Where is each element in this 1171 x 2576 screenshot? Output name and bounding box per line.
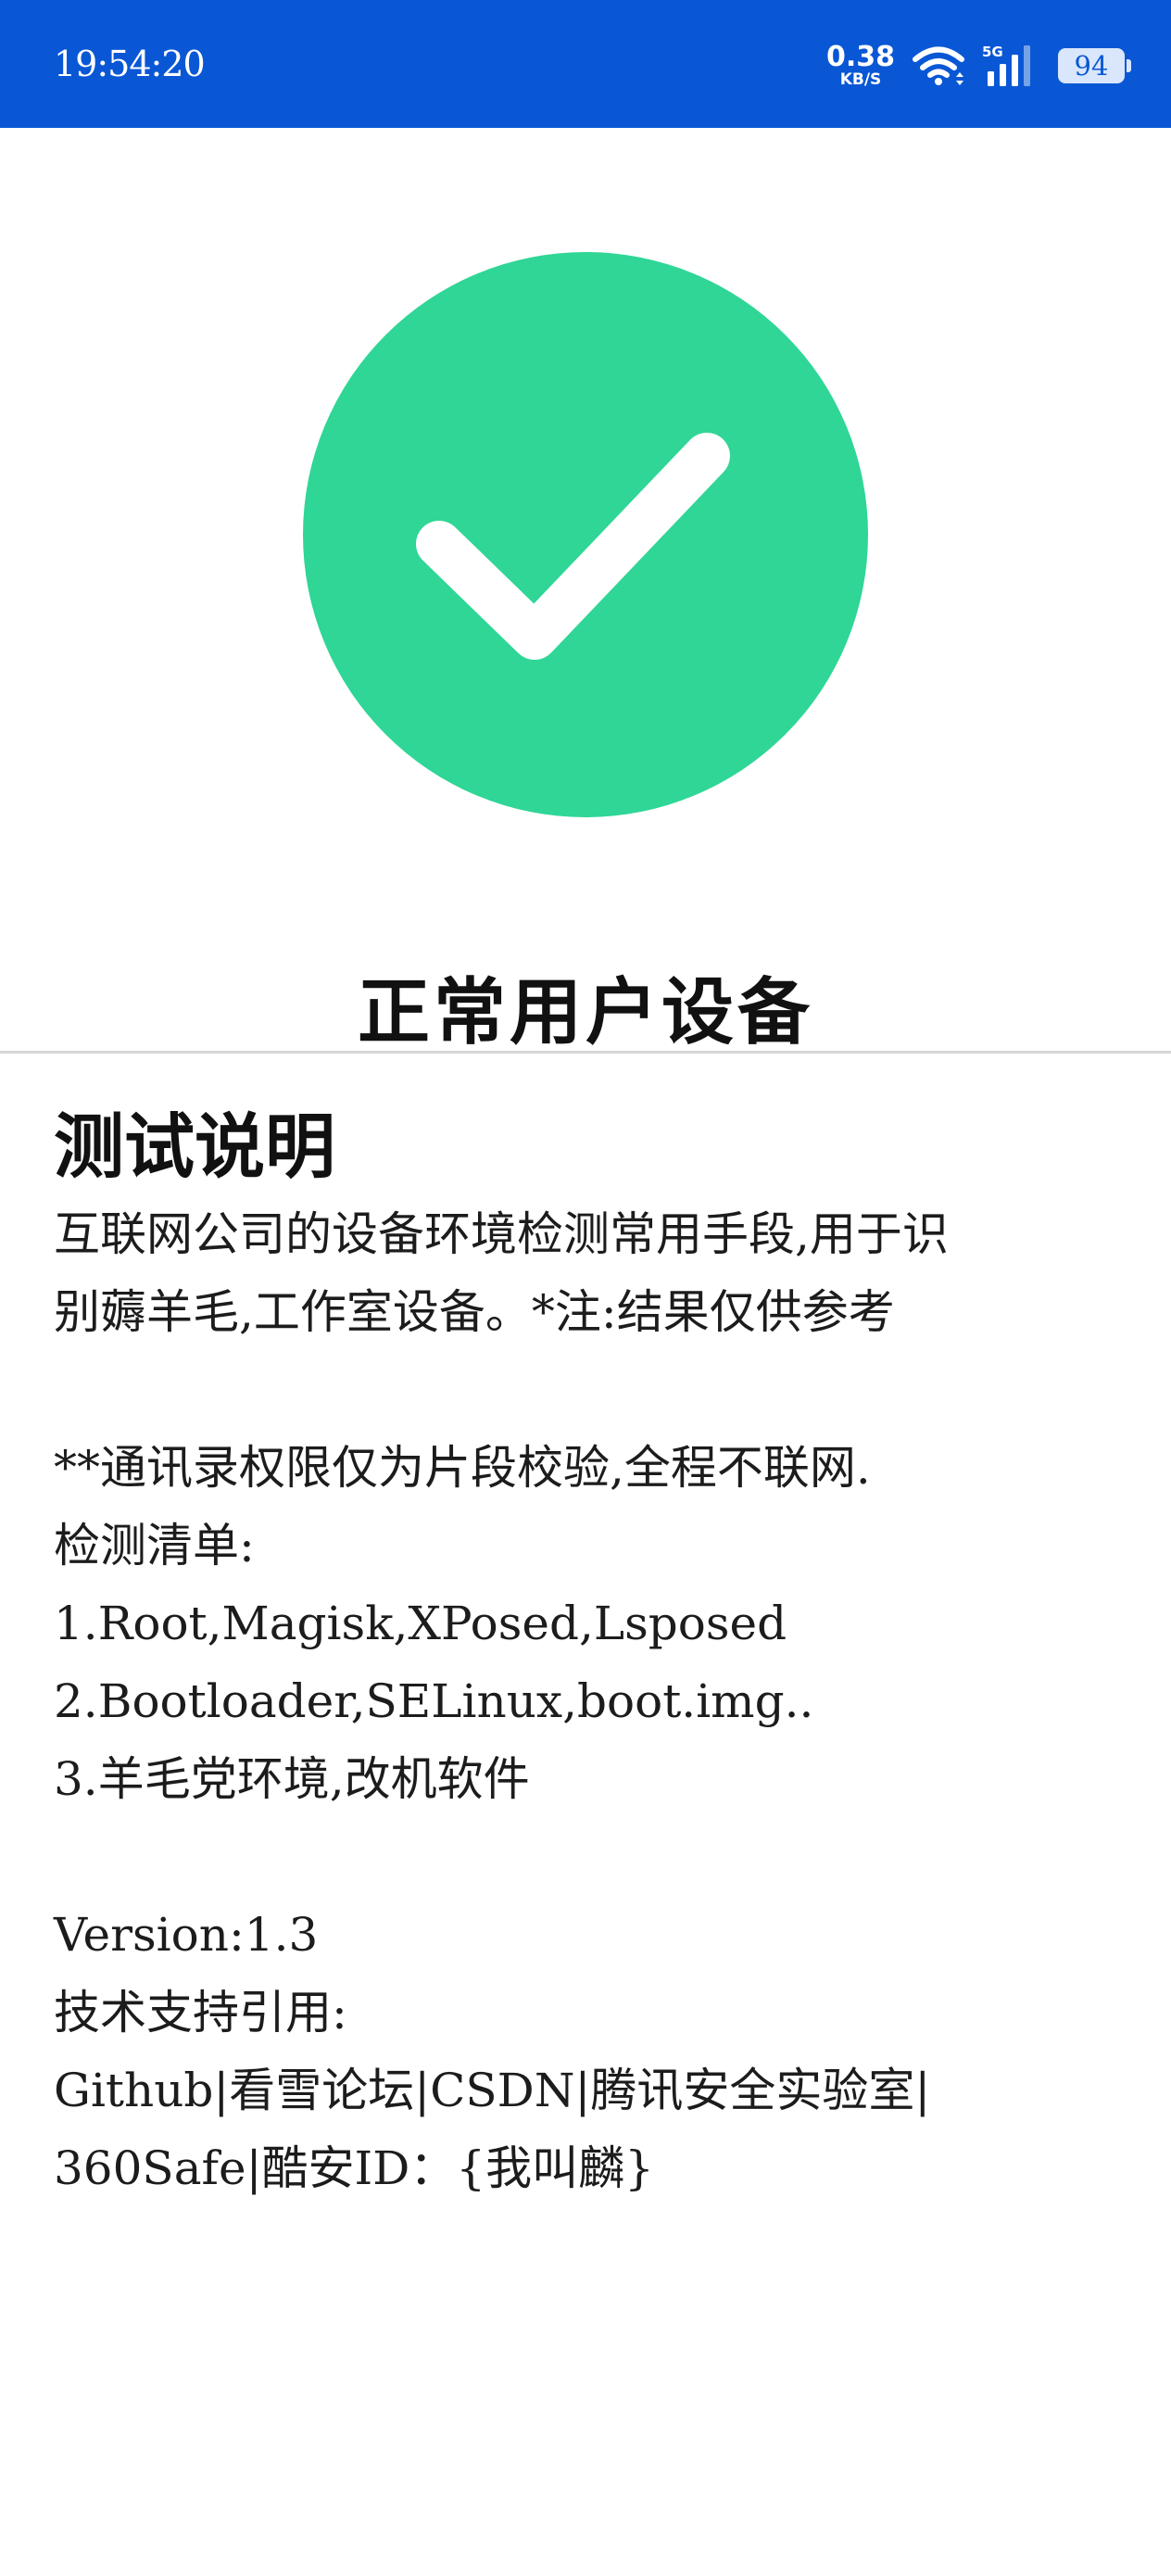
status-time: 19:54:20	[54, 44, 206, 84]
battery-icon: 94	[1058, 48, 1131, 83]
status-icons: 0.38 KB/S 5G 94	[826, 41, 1131, 91]
result-title: 正常用户设备	[357, 970, 813, 1054]
cellular-signal-icon: 5G	[982, 44, 1030, 86]
info-section: 测试说明 互联网公司的设备环境检测常用手段,用于识 别薅羊毛,工作室设备。*注:…	[54, 1099, 1128, 2207]
network-type-label: 5G	[982, 44, 1003, 60]
battery-level: 94	[1074, 50, 1109, 82]
divider	[0, 1051, 1171, 1054]
check-circle-icon	[303, 252, 868, 817]
description-text: 互联网公司的设备环境检测常用手段,用于识 别薅羊毛,工作室设备。*注:结果仅供参…	[54, 1207, 949, 2195]
network-speed-unit: KB/S	[839, 70, 882, 89]
status-bar: 19:54:20 0.38 KB/S 5G 94	[0, 0, 1171, 128]
section-heading: 测试说明	[54, 1105, 335, 1188]
wifi-icon	[913, 46, 964, 85]
network-speed: 0.38 KB/S	[826, 44, 895, 88]
network-speed-value: 0.38	[825, 41, 895, 73]
